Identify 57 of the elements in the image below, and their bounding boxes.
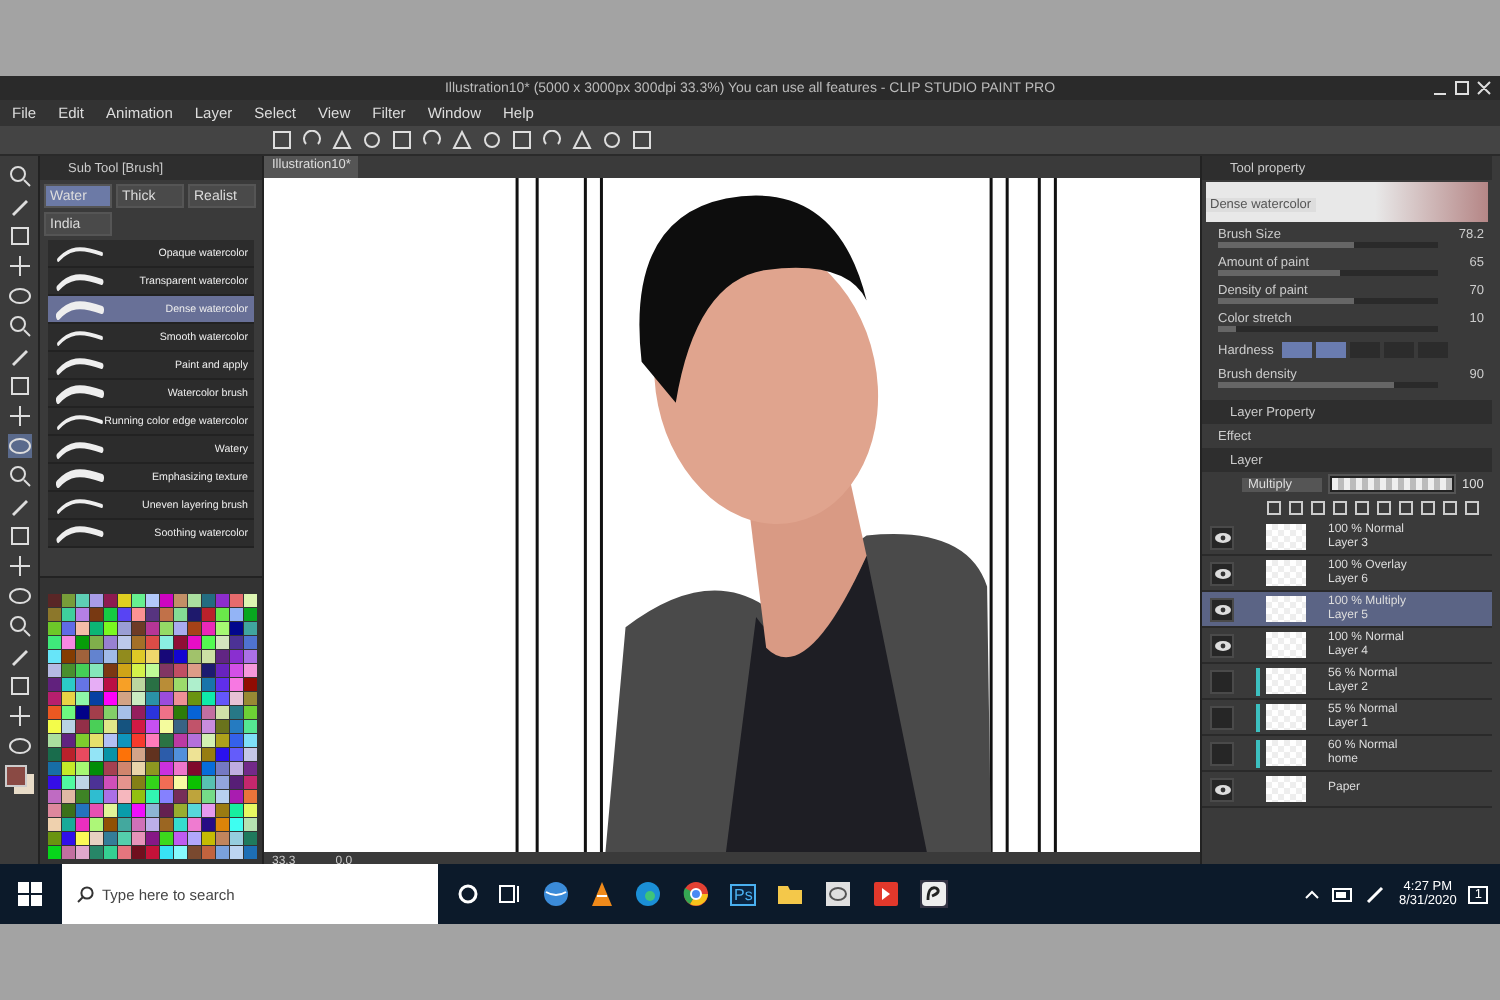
layer-thumbnail (1266, 704, 1306, 730)
task-view-icon[interactable] (498, 884, 522, 904)
brush-stroke-icon (56, 523, 104, 543)
slider-track[interactable] (1218, 270, 1438, 276)
eye-icon[interactable] (1213, 567, 1231, 579)
brush-stroke-icon (56, 495, 104, 515)
folder-icon[interactable] (776, 882, 805, 906)
slider-track[interactable] (1218, 382, 1438, 388)
visibility-toggle[interactable] (1210, 741, 1234, 765)
brush-stroke-icon (56, 327, 104, 347)
layer-thumbnail (1266, 776, 1306, 802)
app-icon[interactable] (920, 880, 949, 908)
search-icon (76, 886, 94, 904)
eye-icon[interactable] (1213, 531, 1231, 543)
brush-stroke-icon (56, 243, 104, 263)
brush-stroke-icon (56, 439, 104, 459)
hardness-selector[interactable] (1281, 342, 1448, 358)
slider-track[interactable] (1218, 242, 1438, 248)
brush-stroke-icon (56, 383, 104, 403)
slider-track[interactable] (1218, 298, 1438, 304)
brush-stroke-icon (56, 355, 104, 375)
circle-icon[interactable] (458, 884, 478, 904)
browser-icon[interactable] (634, 880, 662, 908)
battery-icon[interactable] (1332, 887, 1355, 901)
brush-stroke-icon (56, 467, 104, 487)
visibility-toggle[interactable] (1210, 561, 1234, 585)
ball-icon[interactable] (682, 880, 710, 908)
brush-stroke-icon (56, 271, 104, 291)
layer-thumbnail (1266, 596, 1306, 622)
start-icon[interactable] (18, 882, 42, 906)
caret-icon[interactable] (1304, 888, 1321, 900)
eye-icon[interactable] (1213, 783, 1231, 795)
visibility-toggle[interactable] (1210, 633, 1234, 657)
move-icon[interactable] (7, 254, 31, 278)
visibility-toggle[interactable] (1210, 525, 1234, 549)
layer-thumbnail (1266, 524, 1306, 550)
color-swatch-icon[interactable] (3, 764, 35, 796)
layer-thumbnail (1266, 668, 1306, 694)
visibility-toggle[interactable] (1210, 597, 1234, 621)
app-icon[interactable]: Ps (730, 883, 757, 905)
brush-stroke-icon (56, 411, 104, 431)
visibility-toggle[interactable] (1210, 669, 1234, 693)
visibility-toggle[interactable] (1210, 777, 1234, 801)
globe-icon[interactable] (542, 880, 570, 908)
lasso-icon[interactable] (7, 284, 31, 308)
app-icon[interactable] (824, 880, 853, 908)
visibility-toggle[interactable] (1210, 705, 1234, 729)
eye-icon[interactable] (1213, 639, 1231, 651)
layer-thumbnail (1266, 632, 1306, 658)
brush-stroke-icon (56, 299, 104, 319)
layer-thumbnail (1266, 740, 1306, 766)
traffic-cone-icon[interactable] (590, 880, 614, 908)
window-controls-icon[interactable] (1432, 80, 1492, 96)
zoom-icon[interactable] (7, 164, 31, 188)
app-icon[interactable] (872, 880, 901, 908)
layer-thumbnail (1266, 560, 1306, 586)
eye-icon[interactable] (1213, 603, 1231, 615)
